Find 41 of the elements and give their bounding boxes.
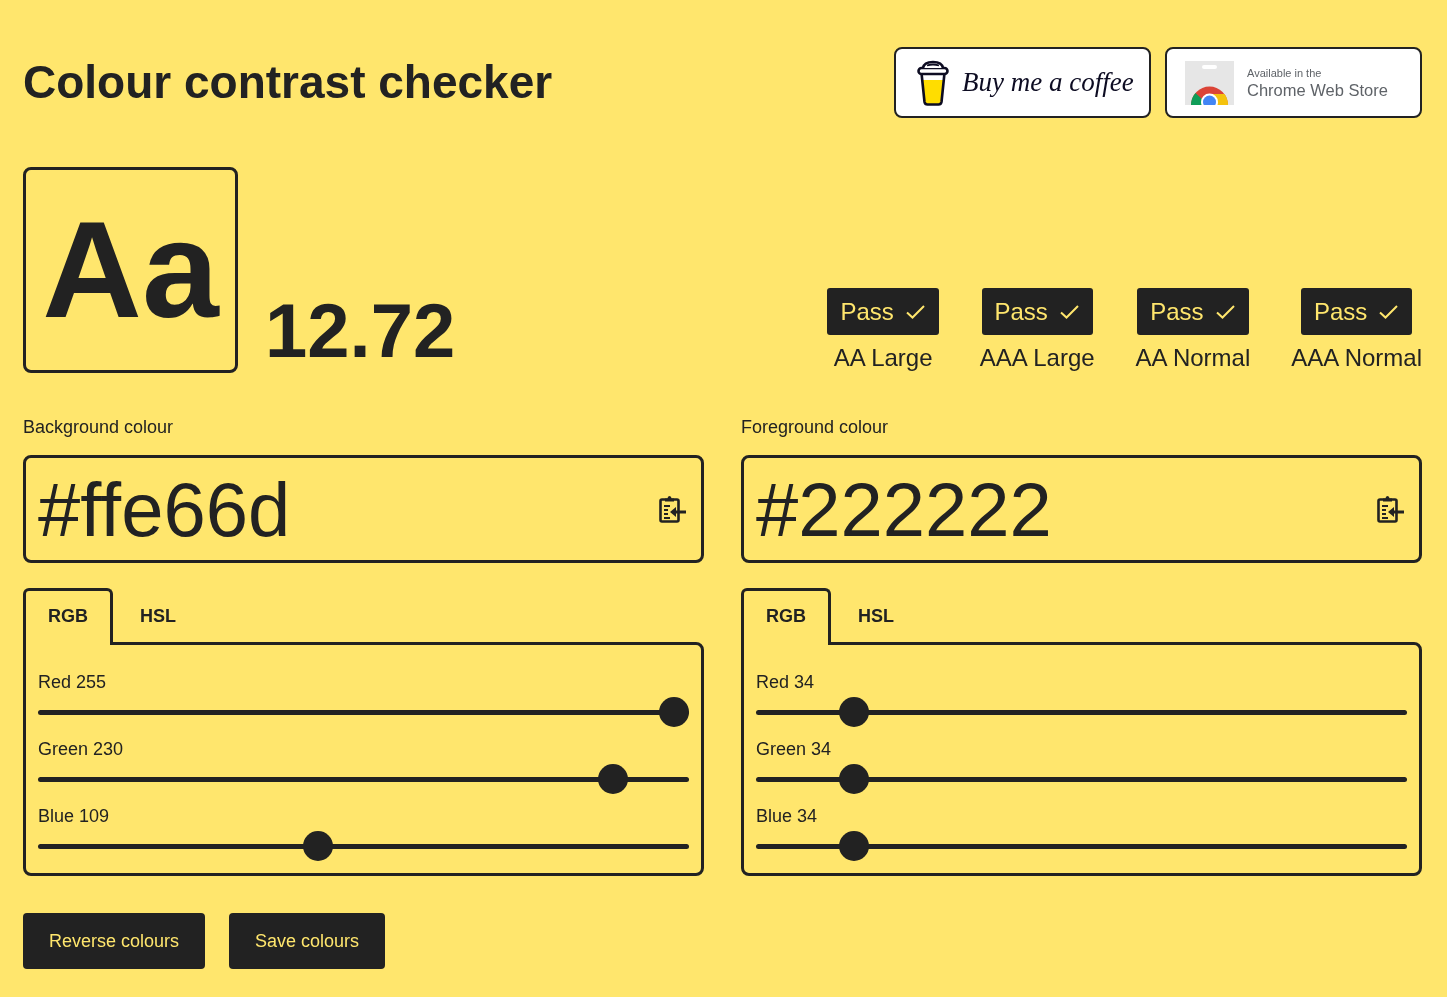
slider-thumb[interactable] (838, 764, 869, 794)
colour-model-tab[interactable]: HSL (831, 588, 921, 645)
page-title: Colour contrast checker (23, 57, 553, 108)
web-store-button[interactable]: Available in the Chrome Web Store (1165, 47, 1422, 118)
slider-thumb[interactable] (838, 831, 869, 861)
contrast-ratio: 12.72 (265, 293, 456, 369)
field-label: Background colour (23, 416, 174, 438)
slider-label: Green 34 (756, 738, 832, 760)
result-level-label: AAA Normal (1291, 343, 1422, 373)
result-status: Pass (840, 297, 894, 326)
action-button[interactable]: Reverse colours (23, 913, 206, 969)
hex-colour-input[interactable]: #ffe66d (23, 455, 704, 563)
coffee-cup-icon (917, 59, 949, 106)
colour-model-tab[interactable]: HSL (113, 588, 203, 645)
field-label: Foreground colour (741, 416, 889, 438)
result-status: Pass (1150, 297, 1204, 326)
paste-button[interactable] (659, 495, 686, 523)
slider-thumb[interactable] (303, 831, 334, 861)
slider-label: Red 34 (756, 671, 815, 693)
coffee-button[interactable]: Buy me a coffee (894, 47, 1151, 118)
slider-thumb[interactable] (598, 764, 629, 794)
slider-label: Blue 109 (38, 805, 110, 827)
colour-model-tab[interactable]: RGB (741, 588, 831, 645)
text-sample-preview: Aa (23, 167, 238, 373)
paste-button[interactable] (1377, 495, 1404, 523)
result-status: Pass (1313, 297, 1368, 326)
slider-label: Green 230 (38, 738, 124, 760)
result-level-label: AA Large (833, 343, 933, 373)
slider-thumb[interactable] (838, 697, 869, 727)
slider-label: Blue 34 (756, 805, 818, 827)
colour-model-tab[interactable]: RGB (23, 588, 113, 645)
action-button[interactable]: Save colours (229, 913, 386, 969)
slider-thumb[interactable] (659, 697, 689, 727)
slider-label: Red 255 (38, 671, 107, 693)
result-level-label: AA Normal (1135, 343, 1251, 373)
hex-colour-input[interactable]: #222222 (741, 455, 1422, 563)
paste-icon (659, 495, 686, 523)
result-level-label: AAA Large (979, 343, 1095, 373)
result-status: Pass (994, 297, 1048, 326)
store-logo-icon (1185, 60, 1234, 105)
paste-icon (1377, 495, 1404, 523)
